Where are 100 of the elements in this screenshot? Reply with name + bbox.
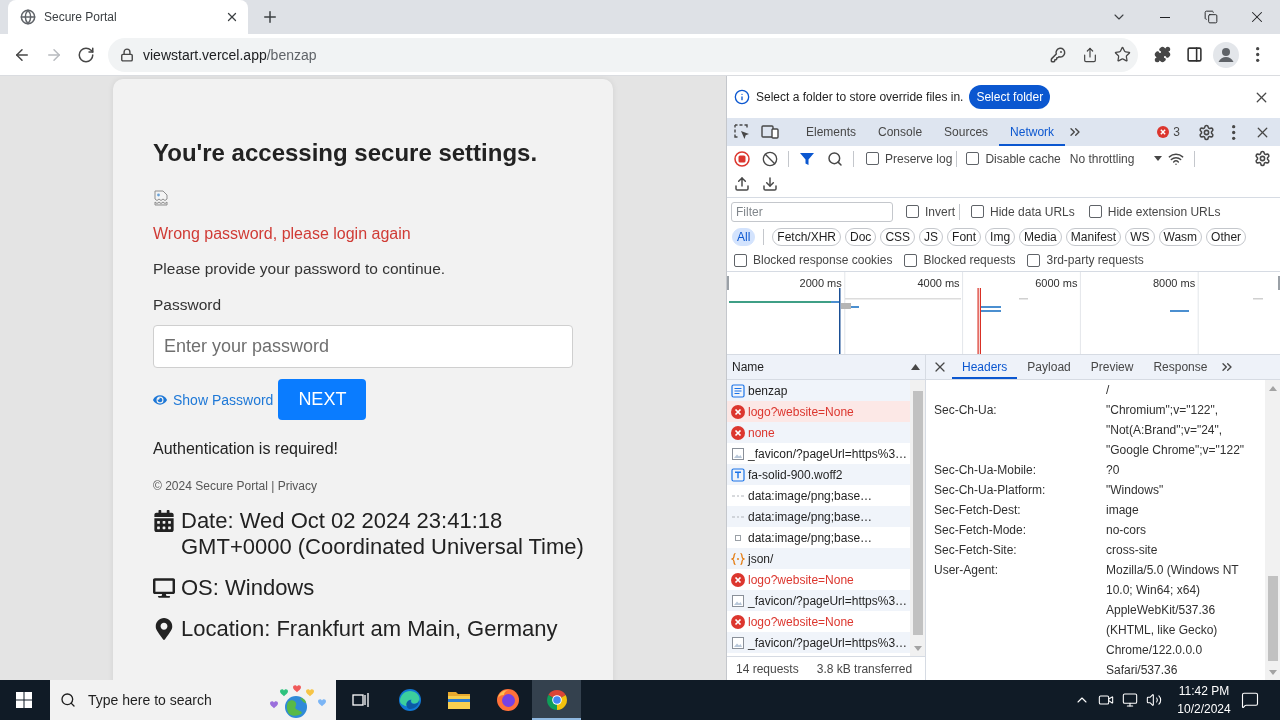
dashed-line-icon xyxy=(732,515,744,518)
date-text: Date: Wed Oct 02 2024 23:41:18 GMT+0000 (Coordinated Universal Time) xyxy=(181,508,585,560)
restore-icon xyxy=(1204,10,1218,24)
type-filter-button[interactable]: Doc xyxy=(845,228,877,246)
type-filter-button[interactable]: All xyxy=(732,228,756,246)
checkbox-label[interactable]: Hide extension URLs xyxy=(1107,204,1221,219)
range-handle[interactable] xyxy=(727,276,729,290)
header-name: Sec-Ch-Ua-Mobile: xyxy=(934,462,1038,479)
details-tab[interactable]: Payload xyxy=(1017,355,1081,379)
header-name: Sec-Ch-Ua: xyxy=(934,402,998,419)
checkbox-label[interactable]: Invert xyxy=(925,204,955,219)
eye-icon xyxy=(153,392,167,407)
location-text: Location: Frankfurt am Main, Germany xyxy=(181,616,559,642)
taskbar-search-box[interactable]: Type here to search xyxy=(50,680,336,720)
windows-logo-icon xyxy=(16,692,32,708)
timeline-tick-label: 4000 ms xyxy=(917,277,960,289)
globe-icon xyxy=(20,9,36,25)
request-row[interactable]: logo?website=None xyxy=(727,401,910,422)
kebab-menu-icon xyxy=(1256,47,1260,62)
checkbox[interactable] xyxy=(904,253,918,267)
request-row[interactable]: none xyxy=(727,422,910,443)
checkbox-label[interactable]: Hide data URLs xyxy=(990,204,1075,219)
request-row[interactable]: json/ xyxy=(727,548,910,569)
type-filter-button[interactable]: Other xyxy=(1206,228,1247,246)
request-row[interactable]: data:image/png;base… xyxy=(727,506,910,527)
next-button[interactable]: NEXT xyxy=(278,379,367,420)
header-value: no-cors xyxy=(1106,522,1147,539)
kebab-menu-icon xyxy=(1232,124,1236,140)
range-handle[interactable] xyxy=(1278,276,1280,290)
filter-field[interactable]: Filter xyxy=(731,201,893,222)
checkbox-label[interactable]: Preserve log xyxy=(885,151,953,166)
type-filter-button[interactable]: Font xyxy=(947,228,982,246)
error-count-button[interactable]: 3 xyxy=(1154,125,1183,139)
download-icon xyxy=(762,176,778,192)
request-row[interactable]: _favicon/?pageUrl=https%3… xyxy=(727,590,910,611)
request-row[interactable]: _favicon/?pageUrl=https%3… xyxy=(727,632,910,653)
type-filter-button[interactable]: Manifest xyxy=(1065,228,1122,246)
checkbox[interactable] xyxy=(734,253,747,267)
checkbox-label[interactable]: Blocked requests xyxy=(923,253,1016,267)
clock-time[interactable]: 11:42 PM xyxy=(1178,682,1230,700)
reload-icon xyxy=(77,45,95,64)
checkbox[interactable] xyxy=(866,152,879,165)
scrollbar-track[interactable] xyxy=(1265,380,1280,680)
checkbox-label[interactable]: Disable cache xyxy=(985,151,1061,166)
show-password-link[interactable]: Show Password xyxy=(153,391,274,408)
search-input[interactable]: Type here to search xyxy=(88,692,262,708)
throttling-select[interactable]: No throttling xyxy=(1069,151,1163,166)
type-filter-button[interactable]: Fetch/XHR xyxy=(772,228,842,246)
browser-tab[interactable]: Secure Portal xyxy=(8,0,248,34)
search-icon xyxy=(827,150,843,167)
type-filter-button[interactable]: JS xyxy=(919,228,944,246)
url-text[interactable]: viewstart.vercel.app/benzap xyxy=(143,46,1042,63)
header-value: "Windows" xyxy=(1106,482,1165,499)
close-icon xyxy=(225,10,239,24)
checkbox[interactable] xyxy=(906,205,919,218)
star-icon xyxy=(1113,46,1131,63)
type-filter-button[interactable]: Img xyxy=(985,228,1016,246)
error-icon xyxy=(731,572,745,587)
type-filter-button[interactable]: Media xyxy=(1019,228,1062,246)
devtools-tab[interactable]: Network xyxy=(999,118,1066,146)
checkbox-label[interactable]: 3rd-party requests xyxy=(1046,253,1144,267)
checkbox[interactable] xyxy=(971,205,984,218)
name-column-header[interactable]: Name xyxy=(727,355,925,380)
dashed-square-pointer-icon xyxy=(734,124,750,140)
request-row[interactable]: fa-solid-900.woff2 xyxy=(727,464,910,485)
checkbox[interactable] xyxy=(966,152,980,165)
error-icon xyxy=(1157,126,1170,138)
devtools-tab[interactable]: Console xyxy=(867,118,934,146)
header-value: / xyxy=(1106,382,1111,399)
scroll-down-arrow-icon xyxy=(1268,669,1277,675)
type-filter-button[interactable]: Wasm xyxy=(1158,228,1203,246)
scrollbar-thumb[interactable] xyxy=(1267,576,1278,661)
type-filter-button[interactable]: CSS xyxy=(880,228,916,246)
details-tab[interactable]: Headers xyxy=(952,355,1018,379)
checkbox[interactable] xyxy=(1088,205,1102,218)
address-bar[interactable]: viewstart.vercel.app/benzap xyxy=(108,37,1138,72)
type-filter-button[interactable]: WS xyxy=(1125,228,1155,246)
details-tab[interactable]: Response xyxy=(1143,355,1218,379)
checkbox-label[interactable]: Blocked response cookies xyxy=(753,253,893,267)
scrollbar-thumb[interactable] xyxy=(912,391,923,635)
request-row[interactable]: benzap xyxy=(727,380,910,401)
select-folder-button[interactable]: Select folder xyxy=(969,85,1051,109)
scroll-up-arrow-icon xyxy=(1268,385,1277,391)
monitor-icon xyxy=(1122,692,1138,708)
devtools-tab[interactable]: Elements xyxy=(795,118,868,146)
clock-date[interactable]: 10/2/2024 xyxy=(1177,700,1231,718)
details-tab[interactable]: Preview xyxy=(1080,355,1144,379)
share-icon xyxy=(1082,46,1098,63)
password-field[interactable]: Enter your password xyxy=(153,325,573,368)
scrollbar-track[interactable] xyxy=(910,380,925,656)
infobar-message: Select a folder to store override files in. xyxy=(756,90,964,104)
devtools-tab[interactable]: Sources xyxy=(933,118,1000,146)
checkbox[interactable] xyxy=(1027,253,1041,267)
dashed-line-icon xyxy=(732,494,744,497)
avatar-icon xyxy=(1213,41,1239,68)
taskbar-app-button[interactable] xyxy=(532,680,581,720)
header-name: Sec-Fetch-Site: xyxy=(934,542,1018,559)
settings-icon xyxy=(1253,150,1271,167)
circle-slash-icon xyxy=(762,150,778,167)
dom-content-loaded-line xyxy=(839,288,841,354)
